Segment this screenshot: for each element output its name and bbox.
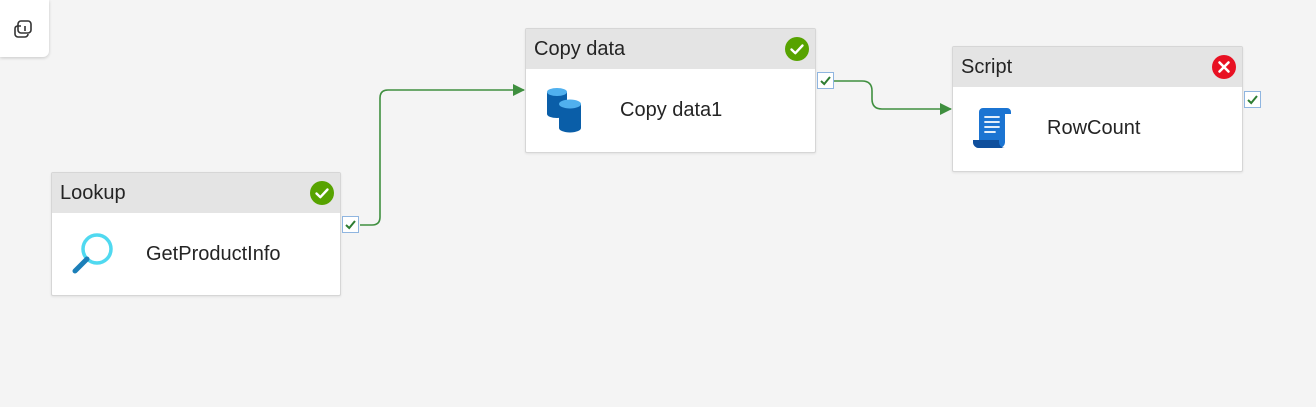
checkmark-icon: [820, 76, 831, 86]
activity-body: RowCount: [953, 87, 1242, 169]
activity-copy-data[interactable]: Copy data Copy data1: [525, 28, 816, 153]
activity-script[interactable]: Script RowCount: [952, 46, 1243, 172]
activity-body: Copy data1: [526, 69, 815, 151]
script-scroll-icon: [971, 105, 1017, 151]
activity-body: GetProductInfo: [52, 213, 340, 295]
activity-lookup[interactable]: Lookup GetProductInfo: [51, 172, 341, 296]
activity-header: Script: [953, 47, 1242, 87]
activity-name-label: Copy data1: [620, 98, 723, 121]
activity-name-label: GetProductInfo: [146, 242, 281, 265]
checkmark-icon: [1247, 95, 1258, 105]
copilot-icon: [13, 19, 32, 38]
activity-header: Copy data: [526, 29, 815, 69]
activity-name-label: RowCount: [1047, 116, 1141, 139]
failure-x-icon: [1212, 55, 1236, 79]
success-output-port[interactable]: [817, 72, 834, 89]
activity-type-label: Script: [961, 55, 1013, 78]
pipeline-canvas[interactable]: Lookup GetProductInfo Copy data Copy dat…: [0, 0, 1316, 407]
activity-header: Lookup: [52, 173, 340, 213]
copilot-button[interactable]: [0, 0, 49, 57]
connector-copy-to-script[interactable]: [834, 80, 952, 115]
database-copy-icon: [544, 87, 590, 133]
activity-type-label: Lookup: [60, 181, 126, 204]
activity-type-label: Copy data: [534, 37, 626, 60]
connector-lookup-to-copy[interactable]: [360, 84, 525, 226]
success-check-icon: [785, 37, 809, 61]
success-check-icon: [310, 181, 334, 205]
magnifier-icon: [70, 231, 116, 277]
success-output-port[interactable]: [1244, 91, 1261, 108]
success-output-port[interactable]: [342, 216, 359, 233]
checkmark-icon: [345, 220, 356, 230]
